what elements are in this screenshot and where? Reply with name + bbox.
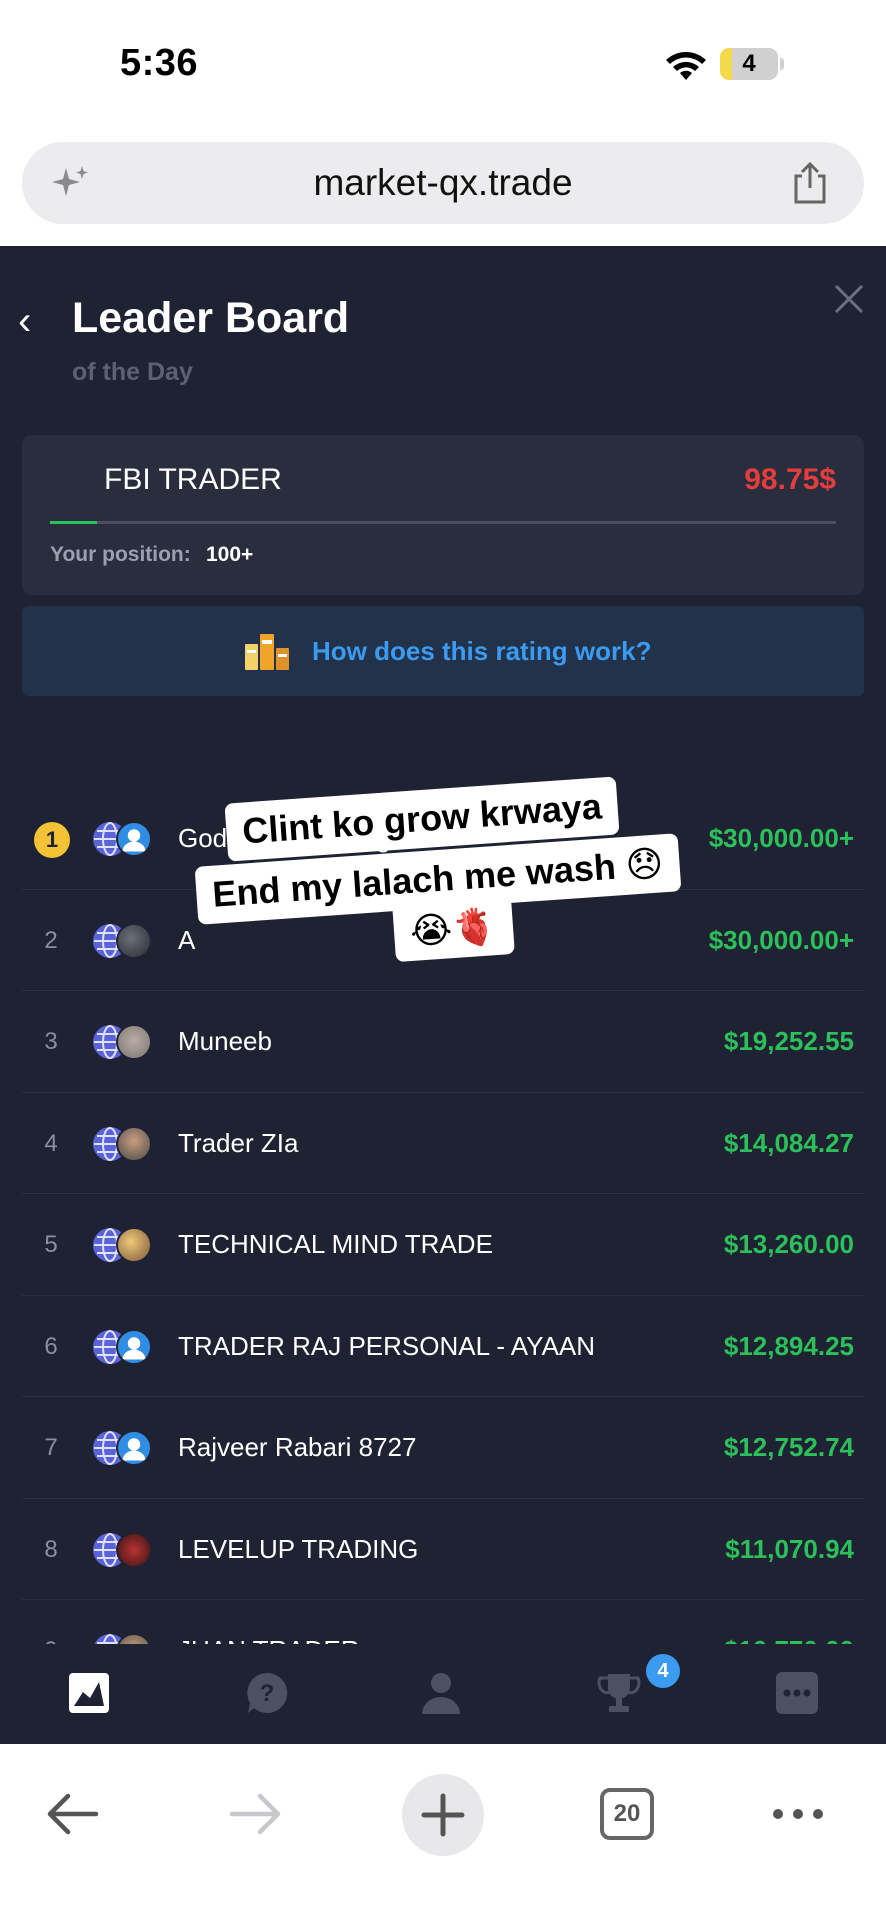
trader-profit: $19,252.55 bbox=[723, 1026, 854, 1056]
leaderboard-row[interactable]: 4 Trader ZIa $14,084.27 bbox=[22, 1093, 864, 1194]
trophy-icon[interactable] bbox=[596, 1670, 642, 1716]
leaderboard-row[interactable]: 1 God Level Trading $30,000.00+ bbox=[22, 788, 864, 890]
status-bar: 5:36 4 bbox=[0, 0, 886, 130]
leaderboard-row[interactable]: 8 LEVELUP TRADING $11,070.94 bbox=[22, 1499, 864, 1600]
avatar bbox=[116, 922, 152, 959]
avatar bbox=[116, 1125, 152, 1162]
rating-info-box[interactable]: How does this rating work? bbox=[22, 606, 864, 696]
rank-number: 5 bbox=[44, 1231, 58, 1258]
battery-icon: 4 bbox=[720, 48, 778, 80]
position-progress bbox=[50, 521, 836, 524]
trader-profit: $11,070.94 bbox=[725, 1533, 854, 1564]
leaderboard-panel: ‹ Leader Board of the Day FBI TRADER 98.… bbox=[0, 246, 886, 1744]
avatar bbox=[116, 1430, 152, 1466]
trader-profit: $13,260.00 bbox=[723, 1229, 854, 1259]
podium-icon bbox=[245, 634, 289, 670]
trader-name: Trader ZIa bbox=[178, 1127, 299, 1158]
help-icon[interactable]: ? bbox=[244, 1670, 290, 1716]
trader-name: LEVELUP TRADING bbox=[178, 1533, 419, 1564]
leaderboard-row[interactable]: 3 Muneeb $19,252.55 bbox=[22, 991, 864, 1093]
rating-help-link[interactable]: How does this rating work? bbox=[312, 606, 651, 696]
new-tab-button[interactable] bbox=[402, 1774, 484, 1856]
avatar bbox=[116, 1531, 152, 1568]
back-chevron-icon[interactable]: ‹ bbox=[18, 301, 31, 341]
tabs-button[interactable]: 20 bbox=[600, 1788, 654, 1840]
rank-number: 6 bbox=[44, 1332, 58, 1360]
battery-cap bbox=[780, 58, 784, 70]
trader-profit: $30,000.00+ bbox=[708, 823, 854, 853]
trader-profit: $14,084.27 bbox=[723, 1127, 854, 1158]
leaderboard-row[interactable]: 7 Rajveer Rabari 8727 $12,752.74 bbox=[22, 1397, 864, 1499]
trader-name: TECHNICAL MIND TRADE bbox=[178, 1229, 493, 1259]
leaderboard-row[interactable]: 6 TRADER RAJ PERSONAL - AYAAN $12,894.25 bbox=[22, 1296, 864, 1397]
trader-name: Muneeb bbox=[178, 1026, 272, 1056]
battery-level: 4 bbox=[742, 50, 756, 77]
trader-name: TRADER RAJ PERSONAL - AYAAN bbox=[178, 1330, 596, 1361]
rank-number: 2 bbox=[44, 926, 58, 954]
rank-number: 7 bbox=[44, 1434, 58, 1461]
leaderboard-row[interactable]: 2 A $30,000.00+ bbox=[22, 890, 864, 991]
page-subtitle: of the Day bbox=[72, 358, 193, 386]
rank-number: 3 bbox=[44, 1028, 58, 1055]
back-arrow-icon[interactable] bbox=[44, 1792, 100, 1836]
status-time: 5:36 bbox=[120, 42, 199, 84]
profile-icon[interactable] bbox=[418, 1670, 464, 1716]
current-user-name: FBI TRADER bbox=[104, 463, 282, 496]
trader-profit: $30,000.00+ bbox=[708, 924, 854, 955]
url-text[interactable]: market-qx.trade bbox=[22, 142, 864, 224]
trader-profit: $12,894.25 bbox=[723, 1330, 854, 1361]
position-label: Your position: bbox=[50, 543, 191, 566]
avatar bbox=[116, 821, 152, 857]
rank-medal: 1 bbox=[34, 822, 70, 858]
close-icon[interactable] bbox=[834, 284, 864, 314]
plus-icon bbox=[421, 1793, 465, 1837]
trophy-badge: 4 bbox=[646, 1654, 680, 1688]
default-user-icon bbox=[122, 1336, 146, 1359]
more-icon[interactable] bbox=[774, 1670, 820, 1716]
browser-toolbar: 20 bbox=[0, 1744, 886, 1920]
avatar bbox=[116, 1328, 152, 1365]
current-user-amount: 98.75$ bbox=[744, 463, 836, 496]
avatar bbox=[116, 1227, 152, 1263]
trader-name: A bbox=[178, 924, 196, 955]
app-bottom-nav: ? 4 bbox=[0, 1644, 886, 1744]
svg-text:?: ? bbox=[260, 1680, 275, 1707]
forward-arrow-icon[interactable] bbox=[228, 1792, 284, 1836]
position-value: 100+ bbox=[206, 543, 254, 566]
page-title: Leader Board bbox=[72, 294, 350, 342]
position-progress-fill bbox=[50, 521, 98, 524]
rank-number: 4 bbox=[44, 1129, 58, 1157]
current-user-card: FBI TRADER 98.75$ Your position: 100+ bbox=[22, 435, 864, 595]
trader-profit: $12,752.74 bbox=[723, 1432, 854, 1462]
url-bar[interactable]: market-qx.trade bbox=[22, 142, 864, 224]
rank-number: 8 bbox=[44, 1535, 58, 1563]
leaderboard-list: 1 God Level Trading $30,000.00+ 2 A $30,000.0… bbox=[22, 788, 864, 1702]
trader-name: God Level Trading bbox=[178, 823, 391, 853]
share-icon[interactable] bbox=[788, 160, 832, 206]
more-dots-icon[interactable] bbox=[770, 1804, 826, 1824]
wifi-icon bbox=[666, 52, 706, 80]
default-user-icon bbox=[122, 1438, 146, 1461]
trader-name: Rajveer Rabari 8727 bbox=[178, 1432, 417, 1462]
chart-icon[interactable] bbox=[66, 1670, 112, 1716]
default-user-icon bbox=[122, 829, 146, 852]
avatar bbox=[116, 1024, 152, 1060]
flag-icon bbox=[52, 467, 90, 493]
leaderboard-row[interactable]: 5 TECHNICAL MIND TRADE $13,260.00 bbox=[22, 1194, 864, 1296]
